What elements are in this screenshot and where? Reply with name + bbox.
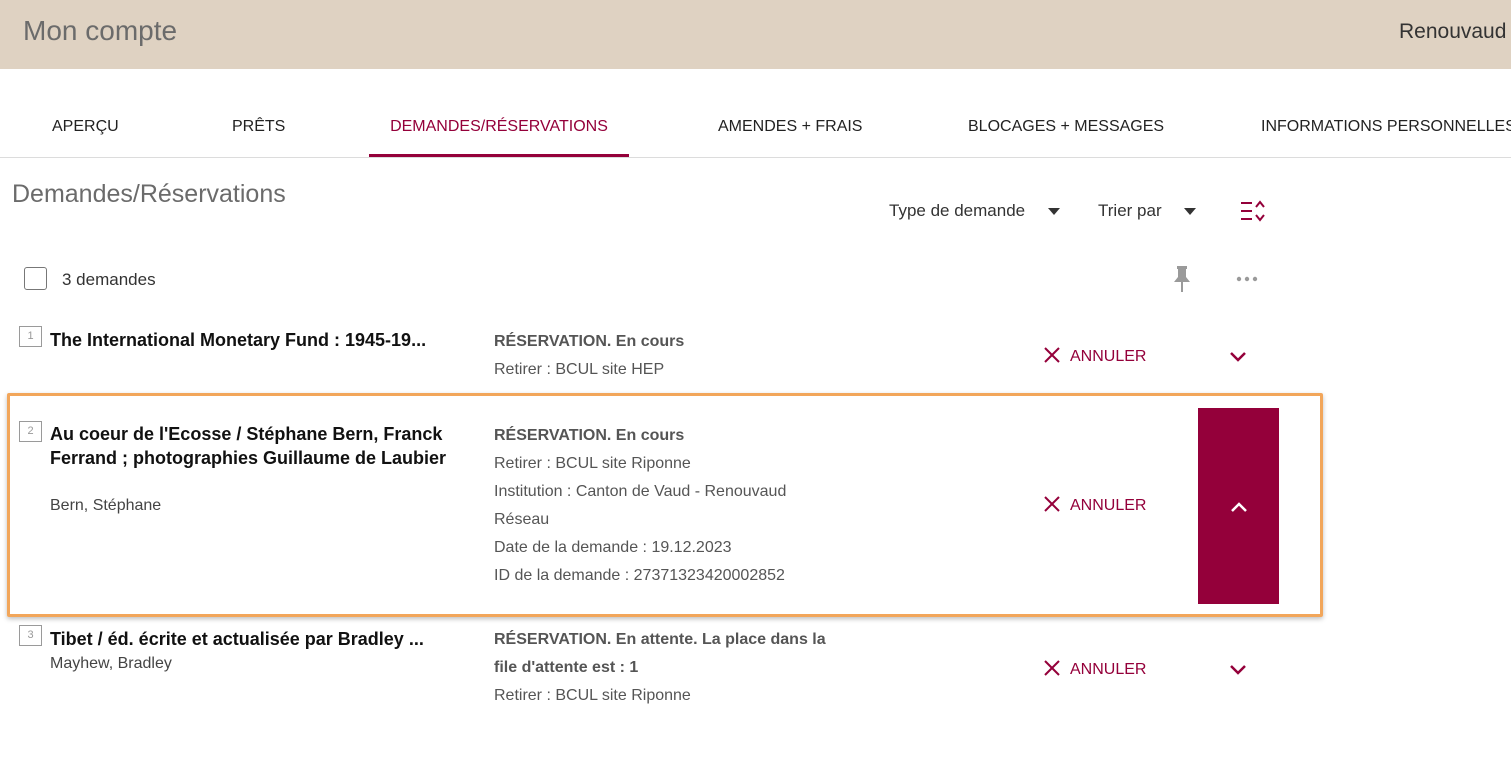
sort-list-icon[interactable] — [1240, 199, 1268, 230]
request-details: RÉSERVATION. En attente. La place dans l… — [494, 626, 826, 710]
item-title[interactable]: The International Monetary Fund : 1945-1… — [50, 328, 460, 352]
caret-down-icon — [1184, 208, 1197, 216]
chevron-up-icon — [1231, 502, 1247, 512]
tab-amendes-frais[interactable]: AMENDES + FRAIS — [718, 100, 862, 156]
request-count: 3 demandes — [62, 270, 156, 289]
tab-informations-personnelles[interactable]: INFORMATIONS PERSONNELLES — [1261, 100, 1511, 156]
brand-name[interactable]: Renouvaud — [1399, 20, 1511, 44]
pickup-location: Retirer : BCUL site Riponne — [494, 687, 691, 704]
close-x-icon — [1044, 347, 1060, 363]
more-dots-icon[interactable] — [1236, 270, 1258, 293]
cancel-button[interactable]: ANNULER — [1043, 346, 1146, 366]
request-status: RÉSERVATION. En cours — [494, 427, 685, 444]
tab-demandes-reservations[interactable]: DEMANDES/RÉSERVATIONS — [369, 100, 629, 157]
request-date: Date de la demande : 19.12.2023 — [494, 539, 732, 556]
cancel-label: ANNULER — [1070, 348, 1147, 365]
close-x-icon — [1044, 496, 1060, 512]
pin-icon[interactable] — [1172, 265, 1192, 298]
item-author: Bern, Stéphane — [50, 497, 162, 514]
cancel-button[interactable]: ANNULER — [1043, 495, 1146, 515]
row-number: 2 — [19, 421, 42, 442]
item-author: Mayhew, Bradley — [50, 655, 172, 672]
request-details: RÉSERVATION. En cours Retirer : BCUL sit… — [494, 328, 684, 384]
item-title[interactable]: Tibet / éd. écrite et actualisée par Bra… — [50, 627, 460, 651]
section-title: Demandes/Réservations — [12, 180, 286, 208]
chevron-down-icon[interactable] — [1228, 663, 1248, 682]
tab-apercu[interactable]: APERÇU — [52, 100, 119, 156]
request-type-filter-label: Type de demande — [889, 201, 1026, 220]
page-header-title: Mon compte — [23, 15, 178, 46]
item-title[interactable]: Au coeur de l'Ecosse / Stéphane Bern, Fr… — [50, 422, 460, 470]
sort-by-dropdown[interactable]: Trier par — [1098, 201, 1197, 221]
chevron-down-icon[interactable] — [1228, 350, 1248, 369]
institution: Institution : Canton de Vaud - Renouvaud — [494, 483, 787, 500]
tab-blocages-messages[interactable]: BLOCAGES + MESSAGES — [968, 100, 1164, 156]
row-number: 3 — [19, 625, 42, 646]
sort-by-label: Trier par — [1098, 201, 1162, 220]
institution-network: Réseau — [494, 511, 550, 528]
request-status: RÉSERVATION. En attente. La place dans l… — [494, 631, 826, 648]
account-tabs: APERÇU PRÊTS DEMANDES/RÉSERVATIONS AMEND… — [0, 100, 1511, 158]
row-number: 1 — [19, 326, 42, 347]
request-id: ID de la demande : 27371323420002852 — [494, 567, 785, 584]
cancel-label: ANNULER — [1070, 497, 1147, 514]
tab-prets[interactable]: PRÊTS — [232, 100, 285, 156]
pickup-location: Retirer : BCUL site Riponne — [494, 455, 691, 472]
queue-position: file d'attente est : 1 — [494, 659, 639, 676]
close-x-icon — [1044, 660, 1060, 676]
cancel-label: ANNULER — [1070, 661, 1147, 678]
account-header: Mon compte Renouvaud — [0, 0, 1511, 69]
select-all-checkbox[interactable] — [24, 267, 47, 290]
request-status: RÉSERVATION. En cours — [494, 333, 685, 350]
pickup-location: Retirer : BCUL site HEP — [494, 361, 665, 378]
collapse-button[interactable] — [1198, 408, 1279, 604]
cancel-button[interactable]: ANNULER — [1043, 659, 1146, 679]
request-type-filter[interactable]: Type de demande — [889, 201, 1060, 221]
request-details: RÉSERVATION. En cours Retirer : BCUL sit… — [494, 422, 786, 590]
caret-down-icon — [1047, 208, 1060, 216]
